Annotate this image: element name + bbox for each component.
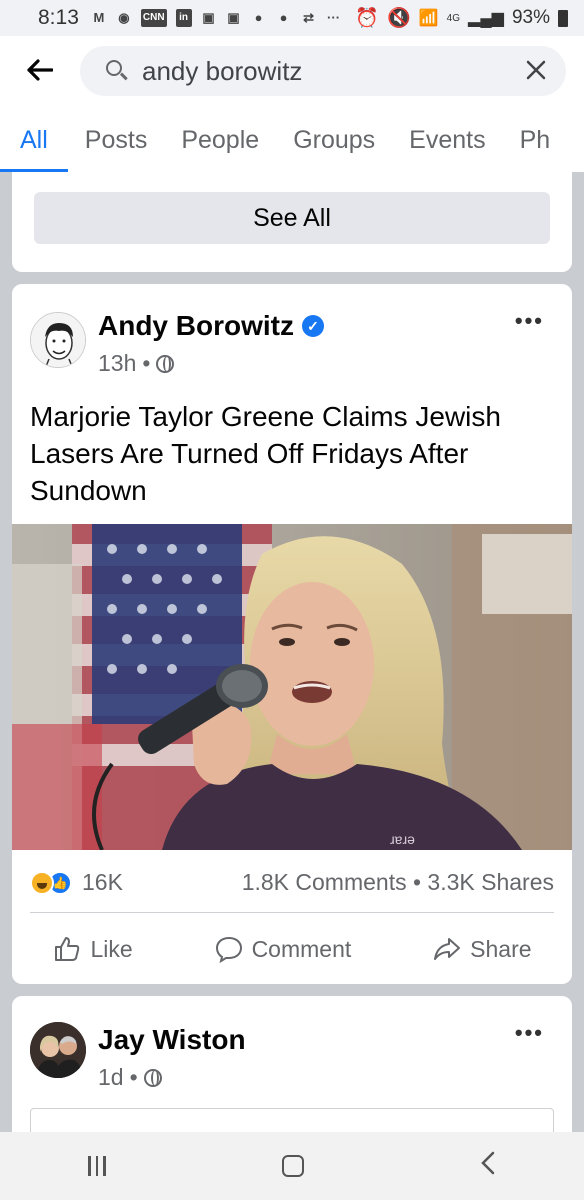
wifi-icon: 📶 bbox=[418, 10, 439, 27]
like-button[interactable]: Like bbox=[52, 934, 133, 964]
haha-reaction-icon bbox=[30, 870, 54, 895]
clear-icon[interactable] bbox=[526, 55, 546, 87]
mute-icon: 🔇 bbox=[387, 8, 411, 29]
post-time[interactable]: 1d bbox=[98, 1064, 124, 1091]
thumbs-up-icon bbox=[55, 937, 80, 961]
search-input[interactable]: andy borowitz bbox=[80, 46, 566, 96]
share-button[interactable]: Share bbox=[432, 934, 532, 964]
back-arrow-icon[interactable] bbox=[0, 55, 80, 89]
cnn-icon: CNN bbox=[140, 9, 167, 27]
post-card: Jay Wiston 1d • ••• bbox=[12, 996, 572, 1136]
post-meta: 1d • bbox=[98, 1064, 162, 1091]
home-button[interactable] bbox=[281, 1155, 304, 1177]
signal-icon: ▂▄▆ bbox=[468, 10, 504, 27]
system-nav-bar bbox=[0, 1132, 584, 1200]
tab-photos[interactable]: Ph bbox=[503, 108, 568, 172]
avatar[interactable] bbox=[30, 312, 86, 368]
author-name[interactable]: Andy Borowitz bbox=[98, 310, 294, 342]
globe-icon bbox=[156, 354, 175, 373]
tab-posts[interactable]: Posts bbox=[68, 108, 165, 172]
divider bbox=[30, 912, 554, 913]
post-time[interactable]: 13h bbox=[98, 350, 136, 377]
post-card: Andy Borowitz ✓ 13h • ••• Marjorie Taylo… bbox=[12, 284, 572, 984]
recent-apps-button[interactable] bbox=[88, 1156, 106, 1176]
search-tabs: All Posts People Groups Events Ph bbox=[0, 108, 584, 172]
share-label: Share bbox=[470, 935, 532, 962]
comment-button[interactable]: Comment bbox=[214, 934, 352, 964]
comments-shares-count[interactable]: 1.8K Comments • 3.3K Shares bbox=[242, 869, 554, 896]
meta-separator: • bbox=[129, 1064, 138, 1090]
notification-icons: M ◉ CNN in ▣ ▣ ● ● ⇄ ··· bbox=[91, 9, 342, 27]
status-bar: 8:13 M ◉ CNN in ▣ ▣ ● ● ⇄ ··· ⏰ 🔇 📶 4G ▂… bbox=[0, 0, 584, 36]
comment-label: Comment bbox=[251, 935, 352, 962]
post-actions: Like Comment Share bbox=[12, 924, 572, 974]
tab-events[interactable]: Events bbox=[392, 108, 502, 172]
comment-icon bbox=[215, 936, 242, 964]
see-all-card: See All bbox=[12, 172, 572, 272]
search-header: andy borowitz bbox=[0, 36, 584, 108]
network-label: 4G bbox=[446, 12, 461, 24]
alarm-icon: ⏰ bbox=[355, 8, 380, 29]
see-all-button[interactable]: See All bbox=[34, 192, 550, 244]
meta-separator: • bbox=[142, 350, 151, 376]
retweet-icon: ⇄ bbox=[303, 10, 314, 25]
gmail-icon: M bbox=[93, 10, 105, 25]
status-time: 8:13 bbox=[38, 6, 79, 29]
post-image[interactable]: ɹɐɹǝ bbox=[12, 524, 572, 850]
like-label: Like bbox=[90, 935, 133, 962]
facebook-icon: ● bbox=[254, 10, 263, 25]
post-meta: 13h • bbox=[98, 350, 175, 377]
more-options-icon[interactable]: ••• bbox=[515, 308, 544, 334]
more-notifications-icon: ··· bbox=[327, 10, 341, 25]
app-icon: ▣ bbox=[202, 10, 215, 25]
linkedin-icon: in bbox=[175, 9, 192, 27]
share-icon bbox=[434, 938, 461, 960]
back-button[interactable] bbox=[480, 1149, 496, 1183]
tab-all[interactable]: All bbox=[0, 108, 68, 172]
battery-percent: 93% bbox=[511, 7, 550, 28]
post-author[interactable]: Andy Borowitz ✓ bbox=[98, 310, 324, 342]
post-author[interactable]: Jay Wiston bbox=[98, 1024, 246, 1056]
status-right: ⏰ 🔇 📶 4G ▂▄▆ 93% bbox=[355, 6, 568, 30]
search-query[interactable]: andy borowitz bbox=[142, 56, 526, 87]
search-icon bbox=[104, 58, 130, 84]
app-icon: ▣ bbox=[227, 10, 240, 25]
facebook-icon: ● bbox=[279, 10, 288, 25]
tab-groups[interactable]: Groups bbox=[276, 108, 392, 172]
more-options-icon[interactable]: ••• bbox=[515, 1020, 544, 1046]
news-icon: ◉ bbox=[118, 10, 130, 25]
post-text: Marjorie Taylor Greene Claims Jewish Las… bbox=[30, 401, 501, 506]
tab-people[interactable]: People bbox=[164, 108, 276, 172]
svg-text:ɹɐɹǝ: ɹɐɹǝ bbox=[390, 831, 415, 847]
battery-icon bbox=[558, 9, 568, 27]
avatar[interactable] bbox=[30, 1022, 86, 1078]
reaction-count: 16K bbox=[82, 869, 123, 895]
verified-badge-icon: ✓ bbox=[302, 315, 324, 337]
globe-icon bbox=[143, 1068, 162, 1087]
reactions-summary[interactable]: 👍 16K bbox=[30, 869, 123, 896]
